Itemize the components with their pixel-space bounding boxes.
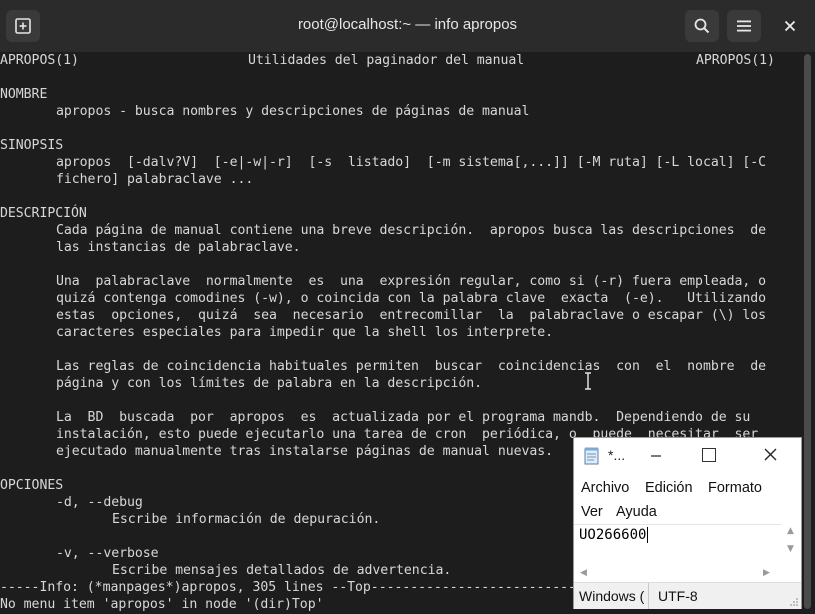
close-icon	[784, 20, 796, 32]
notepad-content: UO266600	[579, 527, 647, 543]
section-heading-sinopsis: SINOPSIS	[0, 138, 64, 153]
option-description: Escribe información de depuración.	[112, 512, 381, 527]
notepad-horizontal-scrollbar[interactable]: ◀ ▶	[574, 566, 781, 582]
description-line: Las reglas de coincidencia habituales pe…	[56, 359, 767, 374]
hamburger-menu-icon	[737, 20, 751, 32]
terminal-scroll-thumb[interactable]	[804, 54, 811, 609]
description-line: Una palabraclave normalmente es una expr…	[56, 274, 767, 289]
section-heading-opciones: OPCIONES	[0, 478, 64, 493]
notepad-close-button[interactable]	[760, 443, 780, 465]
menu-item-edicion[interactable]: Edición	[645, 480, 693, 496]
section-heading-descripcion: DESCRIPCIÓN	[0, 206, 87, 221]
notepad-window[interactable]: *... Archivo Edición Formato Ver Ayuda U…	[573, 437, 802, 609]
scroll-left-icon[interactable]: ◀	[580, 568, 587, 578]
notepad-vertical-scrollbar[interactable]: ▲ ▼	[781, 524, 801, 566]
notepad-title: *...	[608, 447, 626, 463]
description-line: Cada página de manual contiene una breve…	[56, 223, 767, 238]
man-header-right: APROPOS(1)	[696, 53, 775, 68]
notepad-titlebar[interactable]: *...	[574, 438, 801, 474]
man-header-left: APROPOS(1)	[0, 53, 79, 68]
scroll-right-icon[interactable]: ▶	[763, 568, 770, 578]
search-icon	[694, 18, 710, 34]
status-encoding: UTF-8	[658, 588, 698, 604]
menu-button[interactable]	[727, 10, 761, 42]
status-divider	[648, 583, 649, 609]
description-line: ejecutado manualmente tras instalarse pá…	[56, 444, 554, 459]
menu-item-ver[interactable]: Ver	[581, 504, 603, 520]
scroll-up-icon[interactable]: ▲	[787, 526, 794, 536]
notepad-text-area[interactable]: UO266600	[574, 524, 781, 567]
minimize-button[interactable]	[646, 444, 666, 466]
window-titlebar: root@localhost:~ — info apropos	[0, 0, 815, 53]
description-line: quizá contenga comodines (-w), o coincid…	[56, 291, 767, 306]
text-caret	[647, 527, 649, 543]
description-line: estas opciones, quizá sea necesario entr…	[56, 308, 767, 323]
section-heading-nombre: NOMBRE	[0, 87, 48, 102]
sinopsis-line: fichero] palabraclave ...	[56, 172, 254, 187]
sinopsis-line: apropos [-dalv?V] [-e|-w|-r] [-s listado…	[56, 155, 767, 170]
text-cursor-icon	[585, 372, 591, 390]
scroll-down-icon[interactable]: ▼	[787, 544, 794, 554]
info-echo-area: No menu item 'apropos' in node '(dir)Top…	[0, 597, 324, 612]
close-window-button[interactable]	[773, 10, 807, 42]
description-line: página y con los límites de palabra en l…	[56, 376, 483, 391]
option-flag: -v, --verbose	[56, 546, 159, 561]
description-line: las instancias de palabraclave.	[56, 240, 301, 255]
nombre-text: apropos - busca nombres y descripciones …	[56, 104, 530, 119]
option-flag: -d, --debug	[56, 495, 143, 510]
menu-item-formato[interactable]: Formato	[708, 480, 762, 496]
description-line: La BD buscada por apropos es actualizada…	[56, 410, 751, 425]
description-line: caracteres especiales para impedir que l…	[56, 325, 554, 340]
minimize-icon	[651, 455, 661, 457]
notepad-app-icon	[584, 447, 599, 465]
maximize-button[interactable]	[702, 448, 716, 462]
status-line-ending: Windows (	[579, 588, 645, 604]
man-header-center: Utilidades del paginador del manual	[248, 53, 525, 68]
search-button[interactable]	[685, 10, 719, 42]
resize-grip-icon[interactable]	[789, 597, 799, 607]
menu-item-archivo[interactable]: Archivo	[581, 480, 629, 496]
close-icon	[764, 448, 776, 461]
option-description: Escribe mensajes detallados de advertenc…	[112, 563, 452, 578]
notepad-statusbar: Windows ( UTF-8	[574, 582, 801, 609]
menu-item-ayuda[interactable]: Ayuda	[616, 504, 657, 520]
